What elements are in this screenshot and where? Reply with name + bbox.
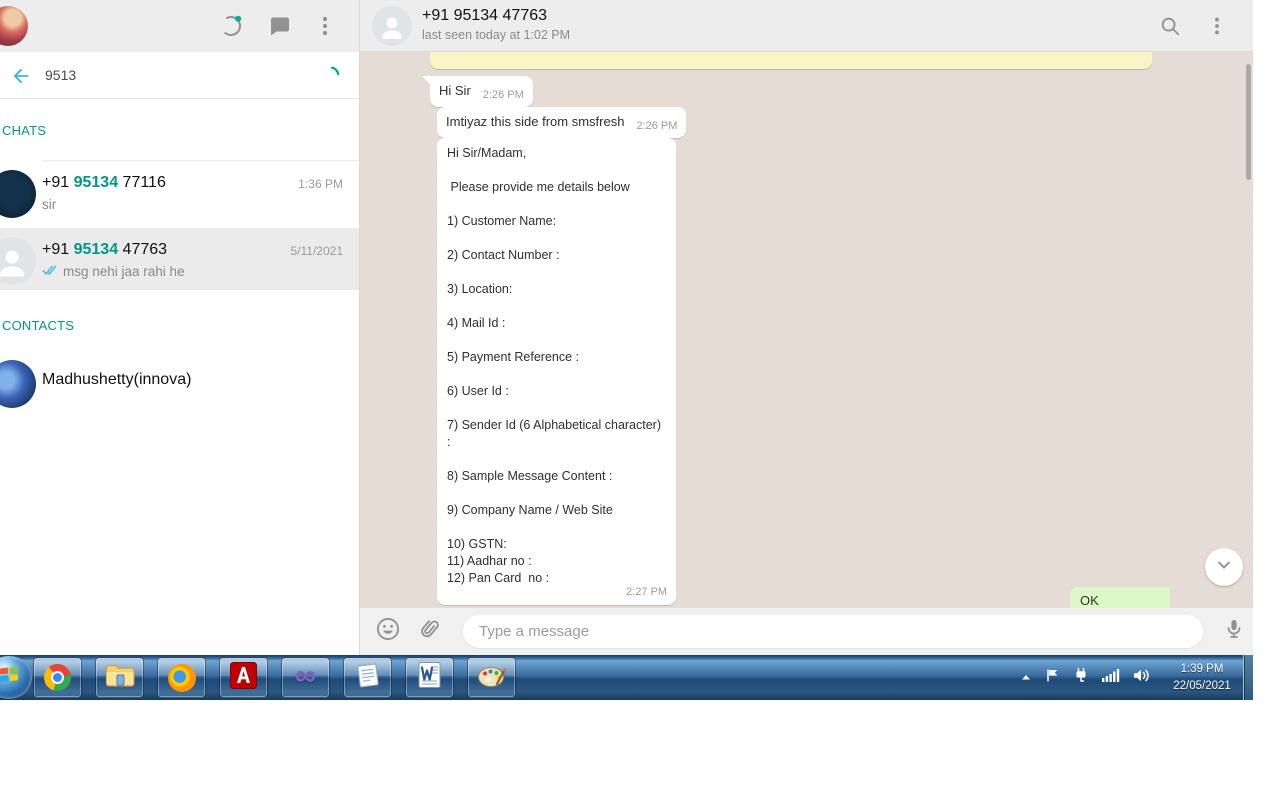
chat-avatar (0, 170, 36, 218)
message-bubble-incoming[interactable]: Hi Sir/Madam, Please provide me details … (437, 138, 676, 605)
menu-kebab-icon[interactable] (315, 14, 335, 43)
chat-name-prefix: +91 (42, 174, 74, 191)
menu-kebab-icon[interactable] (1207, 15, 1227, 42)
message-text: Hi Sir (439, 82, 471, 99)
chat-name: +91 95134 47763 (42, 241, 167, 259)
message-bubble-outgoing[interactable]: OK (1070, 587, 1170, 608)
hidden-icons-arrow[interactable] (1020, 669, 1032, 687)
peer-title: +91 95134 47763 (422, 7, 570, 25)
notepad-icon (354, 661, 382, 694)
whatsapp-web-window: CHATS +91 95134 77116 1:36 PM sir +91 95… (0, 0, 1253, 655)
taskbar-explorer-button[interactable] (95, 657, 144, 698)
messages-scrollbar-thumb[interactable] (1246, 64, 1251, 180)
chat-time: 5/11/2021 (291, 244, 344, 258)
chats-section-label: CHATS (2, 123, 46, 138)
peer-avatar[interactable] (372, 6, 412, 46)
emoji-icon[interactable] (375, 616, 401, 647)
chat-name-prefix: +91 (42, 241, 74, 258)
taskbar-chrome-button[interactable] (33, 657, 82, 698)
search-bar (0, 52, 359, 99)
conversation-panel: +91 95134 47763 last seen today at 1:02 … (360, 0, 1253, 655)
contact-name: Madhushetty(innova) (42, 371, 191, 389)
sidebar: CHATS +91 95134 77116 1:36 PM sir +91 95… (0, 0, 360, 655)
taskbar-clock[interactable]: 1:39 PM 22/05/2021 (1163, 661, 1241, 694)
clock-time: 1:39 PM (1163, 661, 1241, 678)
taskbar-notepad-button[interactable] (343, 657, 392, 698)
attach-icon[interactable] (417, 617, 441, 646)
message-text: OK (1080, 593, 1099, 608)
chat-name-highlight: 95134 (74, 174, 119, 191)
taskbar-word-button[interactable] (405, 657, 454, 698)
word-icon (416, 661, 443, 694)
chrome-icon (44, 664, 71, 691)
back-arrow-icon[interactable] (10, 65, 32, 92)
chat-list-item-77116[interactable]: +91 95134 77116 1:36 PM sir (0, 161, 359, 228)
chat-preview: sir (42, 197, 56, 212)
chevron-down-icon (1214, 555, 1234, 580)
search-icon[interactable] (1159, 15, 1181, 42)
windows-taskbar: ∞ 1:39 PM 22/05/2021 (0, 655, 1253, 700)
composer-bar (360, 608, 1253, 655)
status-icon[interactable] (219, 14, 243, 43)
message-time: 2:27 PM (626, 584, 667, 601)
taskbar-apps: ∞ (33, 657, 516, 698)
show-desktop-button[interactable] (1243, 655, 1253, 700)
message-bubble-incoming[interactable]: Hi Sir 2:26 PM (430, 76, 533, 107)
volume-icon[interactable] (1133, 668, 1150, 688)
encryption-notice-banner (430, 52, 1152, 69)
taskbar-paint-button[interactable] (467, 657, 516, 698)
paint-icon (477, 662, 507, 694)
message-input[interactable] (463, 615, 1203, 648)
chat-avatar (0, 237, 36, 285)
chat-list: CHATS +91 95134 77116 1:36 PM sir +91 95… (0, 99, 359, 655)
double-check-icon (42, 264, 59, 279)
explorer-folder-icon (105, 663, 135, 693)
action-center-flag[interactable] (1045, 668, 1060, 688)
chat-list-item-47763[interactable]: +91 95134 47763 5/11/2021 msg nehi jaa r… (0, 228, 359, 290)
taskbar-adobe-reader-button[interactable] (219, 657, 268, 698)
conversation-header[interactable]: +91 95134 47763 last seen today at 1:02 … (360, 0, 1253, 52)
taskbar-firefox-button[interactable] (157, 657, 206, 698)
peer-meta: +91 95134 47763 last seen today at 1:02 … (422, 7, 570, 42)
chat-name-suffix: 77116 (118, 174, 166, 191)
messages-area[interactable]: Hi Sir 2:26 PM Imtiyaz this side from sms… (360, 52, 1253, 608)
chat-name-suffix: 47763 (118, 241, 167, 258)
chat-time: 1:36 PM (298, 177, 343, 191)
power-plug-icon[interactable] (1073, 667, 1089, 688)
conversation-header-icons (1159, 15, 1227, 42)
visual-studio-icon: ∞ (295, 661, 316, 691)
my-profile-avatar[interactable] (0, 6, 28, 46)
chat-preview: msg nehi jaa rahi he (42, 264, 185, 279)
sidebar-header (0, 0, 359, 52)
chat-preview-text: msg nehi jaa rahi he (63, 264, 185, 279)
message-text: Hi Sir/Madam, Please provide me details … (447, 145, 666, 587)
system-tray: 1:39 PM 22/05/2021 (1020, 655, 1241, 700)
peer-last-seen: last seen today at 1:02 PM (422, 28, 570, 42)
network-signal-icon[interactable] (1102, 668, 1120, 687)
contact-avatar (0, 360, 36, 408)
message-text: Imtiyaz this side from smsfresh (446, 113, 624, 130)
chat-preview-text: sir (42, 197, 56, 212)
message-bubble-incoming[interactable]: Imtiyaz this side from smsfresh 2:26 PM (437, 107, 686, 138)
message-time: 2:26 PM (483, 87, 524, 104)
new-chat-icon[interactable] (267, 14, 291, 43)
windows-logo-icon (0, 667, 19, 688)
clock-date: 22/05/2021 (1163, 678, 1241, 695)
screen: CHATS +91 95134 77116 1:36 PM sir +91 95… (0, 0, 1280, 800)
message-time: 2:26 PM (636, 118, 677, 135)
scroll-to-bottom-button[interactable] (1205, 548, 1243, 586)
taskbar-visual-studio-button[interactable]: ∞ (281, 657, 330, 698)
contacts-section-label: CONTACTS (2, 318, 74, 333)
sidebar-header-icons (219, 14, 335, 43)
adobe-reader-icon (230, 662, 257, 694)
mic-icon[interactable] (1222, 617, 1246, 646)
chat-name-highlight: 95134 (74, 241, 119, 258)
start-button[interactable] (0, 656, 32, 699)
search-input[interactable] (45, 67, 285, 83)
spinner-icon (320, 65, 341, 91)
contact-list-item-madhushetty[interactable]: Madhushetty(innova) (0, 352, 359, 420)
chat-name: +91 95134 77116 (42, 174, 166, 192)
firefox-icon (168, 664, 196, 692)
